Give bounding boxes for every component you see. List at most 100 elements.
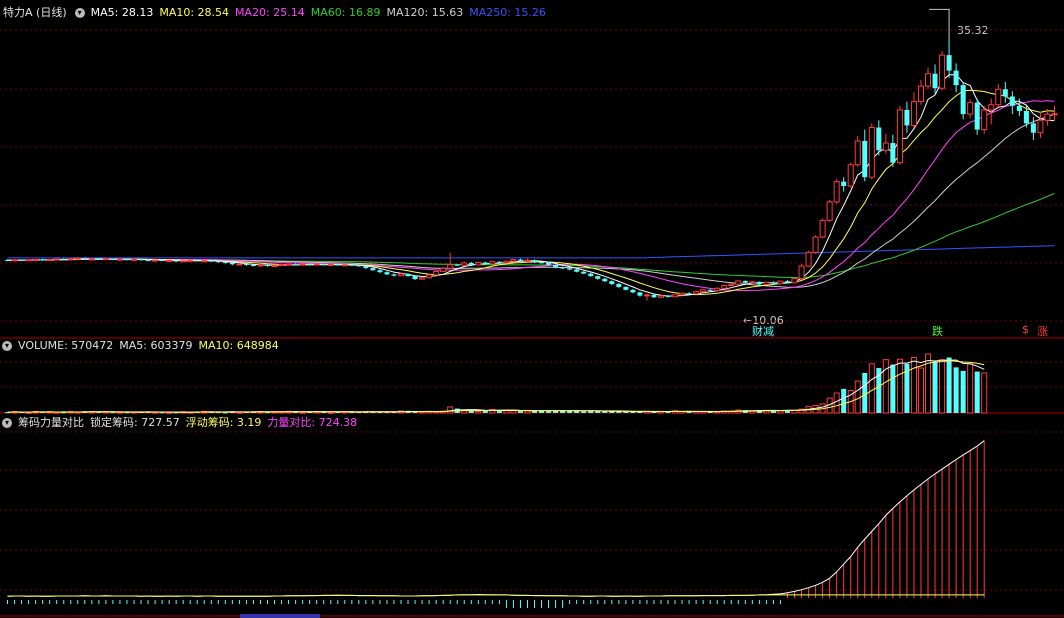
candle-body	[496, 261, 502, 263]
candle-body	[995, 88, 1002, 106]
volume-bar	[833, 392, 840, 414]
candle-body	[194, 260, 200, 262]
candle-body	[236, 263, 243, 266]
candle-body	[321, 264, 327, 266]
chart-canvas	[0, 8, 1064, 618]
candle-body	[384, 272, 390, 275]
candle-body	[222, 262, 228, 264]
candle-body	[763, 281, 770, 285]
candle-body	[229, 262, 235, 265]
volume-bar	[503, 410, 510, 414]
candle-body	[657, 295, 665, 298]
scroll-thumb	[240, 614, 320, 618]
candle-body	[524, 259, 531, 262]
candle-body	[798, 265, 805, 280]
candle-body	[250, 265, 256, 266]
candle-body	[812, 236, 819, 253]
candle-body	[391, 274, 397, 276]
candle-body	[46, 259, 53, 262]
candle-body	[988, 104, 995, 111]
candle-body	[890, 143, 896, 163]
candle-body	[88, 258, 95, 261]
candle-body	[791, 278, 798, 284]
volume-bar	[222, 412, 228, 414]
candle-body	[1002, 89, 1008, 97]
volume-bar	[299, 411, 306, 414]
candle-body	[567, 268, 573, 270]
candle-body	[482, 262, 488, 264]
candle-body	[1037, 119, 1044, 134]
candle-body	[363, 266, 369, 269]
volume-bar	[967, 363, 974, 414]
candle-body	[341, 264, 348, 267]
candle-body	[433, 270, 440, 276]
candle-body	[299, 263, 306, 266]
candle-body	[651, 294, 657, 298]
volume-bar	[517, 411, 523, 413]
volume-bar	[854, 380, 861, 414]
candle-body	[461, 262, 468, 266]
candle-body	[82, 258, 88, 260]
candle-body	[539, 262, 545, 264]
candle-body	[475, 262, 482, 266]
candle-body	[770, 282, 776, 284]
candle-body	[805, 251, 812, 267]
volume-bar	[946, 357, 952, 413]
candle-body	[960, 85, 966, 115]
candle-body	[623, 286, 629, 290]
candle-body	[327, 263, 334, 266]
candle-body	[896, 109, 903, 164]
candle-body	[116, 258, 123, 261]
candle-body	[560, 267, 566, 269]
candle-body	[862, 140, 868, 178]
candle-body	[53, 258, 60, 261]
candle-body	[939, 54, 946, 89]
candle-body	[307, 264, 313, 266]
candle-body	[602, 278, 608, 282]
candle-body	[110, 258, 116, 260]
candle-body	[61, 258, 67, 260]
volume-bar	[917, 367, 924, 414]
candle-body	[271, 265, 278, 268]
volume-bar	[595, 411, 601, 413]
candle-body	[553, 264, 559, 268]
candle-body	[574, 269, 580, 272]
candle-body	[882, 142, 889, 151]
candle-body	[868, 127, 875, 178]
candle-body	[981, 109, 988, 131]
candle-body	[609, 281, 615, 285]
volume-bar	[896, 358, 903, 414]
candle-body	[173, 260, 179, 262]
candle-body	[25, 259, 32, 262]
volume-bar	[953, 367, 959, 413]
candle-body	[215, 261, 221, 263]
candle-body	[1030, 123, 1036, 133]
candle-body	[643, 294, 650, 297]
candle-body	[616, 284, 622, 287]
volume-bar	[510, 410, 517, 414]
candle-body	[187, 259, 194, 262]
volume-bar	[546, 411, 552, 413]
candle-body	[159, 260, 165, 262]
candle-body	[910, 101, 917, 126]
candle-body	[130, 258, 138, 261]
candle-body	[932, 73, 938, 89]
volume-bar	[862, 372, 868, 413]
candle-body	[74, 257, 81, 260]
volume-bar	[974, 371, 980, 413]
volume-ma10-line	[7, 360, 985, 413]
candle-body	[665, 295, 671, 297]
candle-body	[749, 281, 756, 284]
candle-body	[166, 259, 173, 262]
volume-bar	[447, 406, 454, 414]
candle-body	[974, 102, 980, 130]
candle-body	[19, 259, 25, 261]
candle-body	[489, 261, 496, 265]
candle-body	[581, 271, 587, 274]
candle-body	[405, 273, 411, 277]
volume-bar	[932, 361, 938, 413]
candle-body	[419, 277, 426, 280]
candle-body	[546, 262, 552, 265]
candle-body	[532, 260, 538, 263]
candle-body	[588, 273, 594, 277]
